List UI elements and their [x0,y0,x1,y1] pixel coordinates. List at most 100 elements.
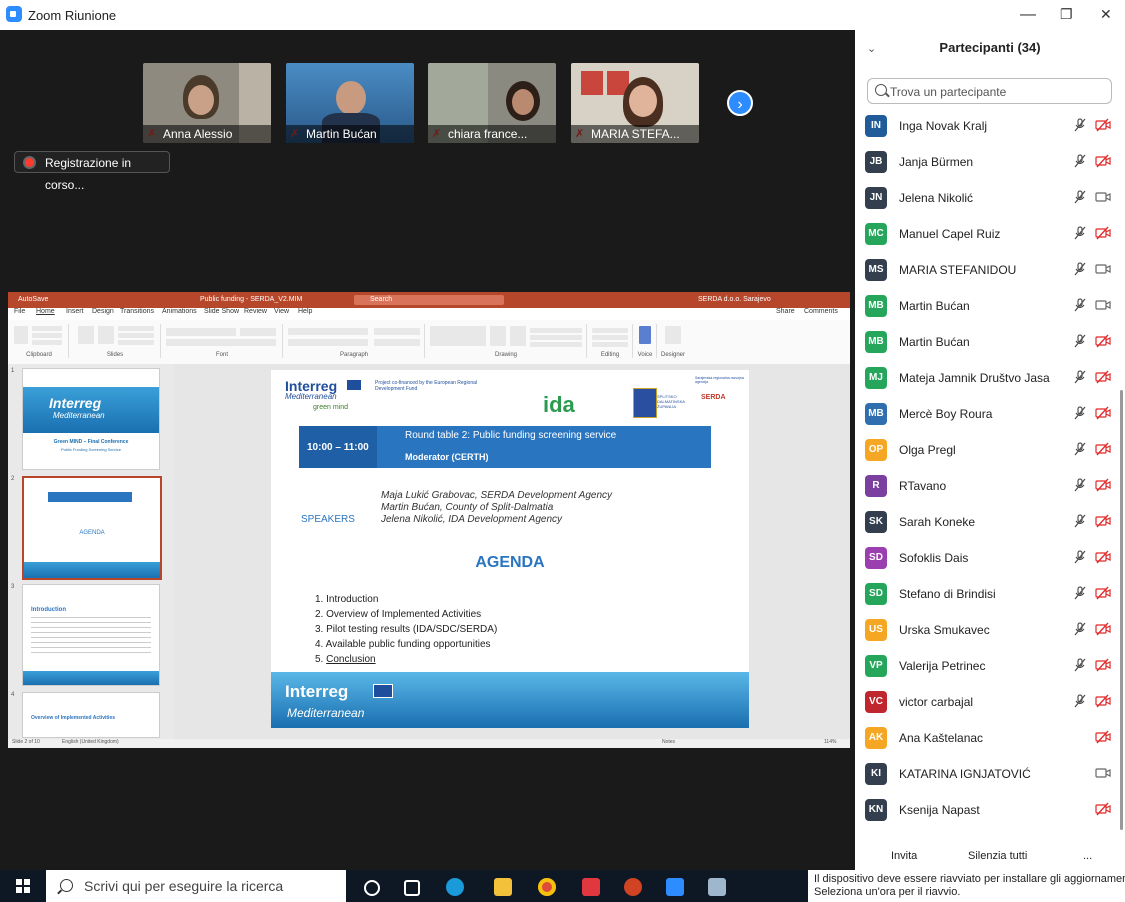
camera-off-icon[interactable] [1095,622,1111,639]
menu-insert[interactable]: Insert [66,308,84,315]
camera-off-icon[interactable] [1095,370,1111,387]
ribbon-slides[interactable]: Slides [70,324,161,358]
minimize-button[interactable]: — [1020,6,1036,24]
invite-button[interactable]: Invita [891,846,917,866]
ribbon-voice[interactable]: Voice [634,324,657,358]
menu-review[interactable]: Review [244,308,267,315]
video-thumb[interactable]: ✗ MARIA STEFA... [571,63,699,143]
participant-row[interactable]: MB Martin Bućan [855,288,1117,324]
participant-row[interactable]: VC victor carbajal [855,684,1117,720]
more-button[interactable]: ... [1083,846,1092,866]
camera-off-icon[interactable] [1095,514,1111,531]
video-thumb[interactable]: ✗ Martin Bućan [286,63,414,143]
menu-transitions[interactable]: Transitions [120,308,154,315]
taskbar-search-input[interactable]: Scrivi qui per eseguire la ricerca [46,870,346,902]
menu-design[interactable]: Design [92,308,114,315]
mic-muted-icon[interactable] [1073,298,1087,315]
participant-row[interactable]: MS MARIA STEFANIDOU [855,252,1117,288]
camera-off-icon[interactable] [1095,550,1111,567]
camera-off-icon[interactable] [1095,694,1111,711]
ppt-search-box[interactable]: Search [354,295,504,305]
menu-view[interactable]: View [274,308,289,315]
mic-muted-icon[interactable] [1073,658,1087,675]
close-button[interactable]: ✕ [1100,6,1112,23]
mic-muted-icon[interactable] [1073,370,1087,387]
camera-off-icon[interactable] [1095,802,1111,819]
camera-off-icon[interactable] [1095,730,1111,747]
ribbon-clipboard[interactable]: Clipboard [10,324,69,358]
slide-thumb-2[interactable]: AGENDA [22,476,162,580]
mic-muted-icon[interactable] [1073,514,1087,531]
camera-off-icon[interactable] [1095,154,1111,171]
menu-slideshow[interactable]: Slide Show [204,308,239,315]
camera-off-icon[interactable] [1095,118,1111,135]
participant-row[interactable]: SK Sarah Koneke [855,504,1117,540]
participant-row[interactable]: KN Ksenija Napast [855,792,1117,828]
powerpoint-icon[interactable] [624,878,642,896]
menu-file[interactable]: File [14,308,25,315]
zoom-taskbar-icon[interactable] [666,878,684,896]
slide-thumb-3[interactable]: Introduction [22,584,160,686]
image-viewer-icon[interactable] [708,878,726,896]
mute-all-button[interactable]: Silenzia tutti [968,846,1027,866]
participant-row[interactable]: JN Jelena Nikolić [855,180,1117,216]
update-notification[interactable]: Il dispositivo deve essere riavviato per… [808,870,1125,902]
next-videos-button[interactable]: › [727,90,753,116]
mic-muted-icon[interactable] [1073,442,1087,459]
participant-row[interactable]: IN Inga Novak Kralj [855,108,1117,144]
camera-off-icon[interactable] [1095,658,1111,675]
shared-screen-powerpoint[interactable]: AutoSave Public funding - SERDA_V2.MIM S… [8,292,850,748]
mic-muted-icon[interactable] [1073,694,1087,711]
windows-start-icon[interactable] [16,879,30,893]
participant-row[interactable]: JB Janja Bürmen [855,144,1117,180]
participant-row[interactable]: MJ Mateja Jamnik Društvo Jasa [855,360,1117,396]
menu-home[interactable]: Home [36,308,55,315]
comments-button[interactable]: Comments [804,308,838,315]
ribbon-drawing[interactable]: Drawing [426,324,587,358]
menu-help[interactable]: Help [298,308,312,315]
recording-badge[interactable]: Registrazione in corso... [14,151,170,192]
camera-off-icon[interactable] [1095,334,1111,351]
participant-row[interactable]: R RTavano [855,468,1117,504]
participant-row[interactable]: MB Martin Bućan [855,324,1117,360]
camera-on-icon[interactable] [1095,766,1111,783]
participants-scrollbar[interactable] [1120,390,1123,830]
mic-muted-icon[interactable] [1073,586,1087,603]
participant-row[interactable]: SD Sofoklis Dais [855,540,1117,576]
camera-on-icon[interactable] [1095,298,1111,315]
file-explorer-icon[interactable] [494,878,512,896]
participant-row[interactable]: OP Olga Pregl [855,432,1117,468]
participant-row[interactable]: AK Ana Kaštelanac [855,720,1117,756]
ribbon-editing[interactable]: Editing [588,324,633,358]
mic-muted-icon[interactable] [1073,334,1087,351]
camera-on-icon[interactable] [1095,190,1111,207]
participant-row[interactable]: SD Stefano di Brindisi [855,576,1117,612]
mic-muted-icon[interactable] [1073,226,1087,243]
participant-row[interactable]: US Urska Smukavec [855,612,1117,648]
chrome-icon[interactable] [538,878,556,896]
menu-animations[interactable]: Animations [162,308,197,315]
participant-row[interactable]: MB Mercè Boy Roura [855,396,1117,432]
mic-muted-icon[interactable] [1073,262,1087,279]
mic-muted-icon[interactable] [1073,118,1087,135]
current-slide[interactable]: Interreg Mediterranean green mind Projec… [271,370,749,728]
slide-thumb-4[interactable]: Overview of Implemented Activities [22,692,160,738]
video-thumb[interactable]: ✗ Anna Alessio [143,63,271,143]
camera-off-icon[interactable] [1095,586,1111,603]
ribbon-font[interactable]: Font [162,324,283,358]
participant-search-input[interactable]: Trova un partecipante [867,78,1112,104]
mic-muted-icon[interactable] [1073,406,1087,423]
participant-row[interactable]: KI KATARINA IGNJATOVIĆ [855,756,1117,792]
share-button[interactable]: Share [776,308,795,315]
ribbon-paragraph[interactable]: Paragraph [284,324,425,358]
slide-thumb-1[interactable]: Interreg Mediterranean Green MIND – Fina… [22,368,160,470]
camera-off-icon[interactable] [1095,406,1111,423]
ribbon-designer[interactable]: Designer [658,324,688,358]
camera-off-icon[interactable] [1095,226,1111,243]
participant-row[interactable]: VP Valerija Petrinec [855,648,1117,684]
mic-muted-icon[interactable] [1073,622,1087,639]
video-thumb[interactable]: ✗ chiara france... [428,63,556,143]
cortana-icon[interactable] [364,880,380,896]
status-zoom[interactable]: 114% [824,739,836,745]
camera-off-icon[interactable] [1095,442,1111,459]
